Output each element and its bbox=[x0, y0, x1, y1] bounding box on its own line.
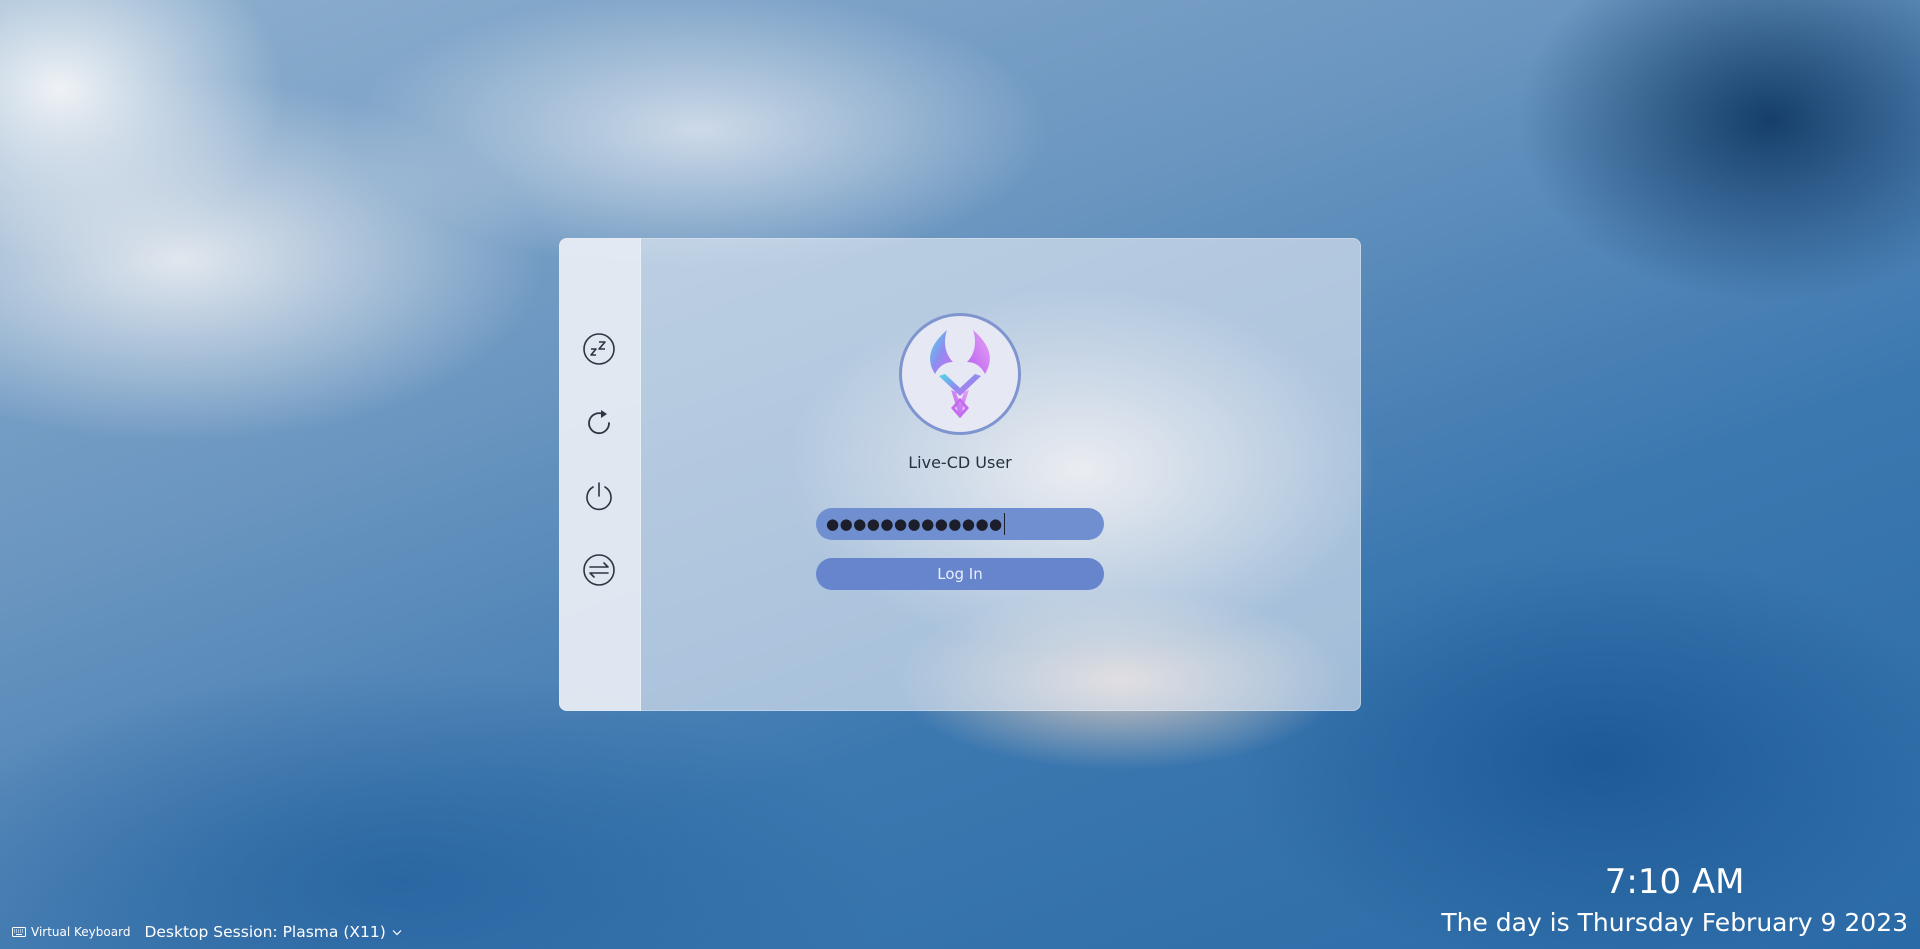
switch-user-icon bbox=[583, 554, 615, 586]
virtual-keyboard-label: Virtual Keyboard bbox=[31, 925, 131, 939]
chevron-down-icon bbox=[392, 929, 402, 935]
footer-controls: Virtual Keyboard Desktop Session: Plasma… bbox=[12, 923, 402, 941]
restart-icon bbox=[588, 410, 610, 435]
text-caret bbox=[1003, 513, 1006, 535]
app-logo-icon bbox=[930, 330, 990, 419]
clock: 7:10 AM The day is Thursday February 9 2… bbox=[1441, 862, 1908, 939]
clock-date: The day is Thursday February 9 2023 bbox=[1441, 907, 1908, 937]
sleep-button[interactable] bbox=[581, 331, 617, 367]
power-actions-sidebar bbox=[559, 238, 641, 711]
user-name-label: Live-CD User bbox=[908, 453, 1012, 472]
restart-button[interactable] bbox=[581, 405, 617, 441]
password-masked-text: ●●●●●●●●●●●●● bbox=[826, 514, 1003, 533]
virtual-keyboard-button[interactable]: Virtual Keyboard bbox=[12, 925, 130, 939]
login-button[interactable]: Log In bbox=[816, 558, 1104, 590]
shutdown-button[interactable] bbox=[581, 478, 617, 514]
user-avatar bbox=[899, 313, 1021, 435]
session-select[interactable]: Desktop Session: Plasma (X11) bbox=[144, 923, 402, 941]
login-panel: Live-CD User ●●●●●●●●●●●●● Log In bbox=[559, 238, 1361, 711]
clock-time: 7:10 AM bbox=[1604, 861, 1745, 902]
power-icon bbox=[586, 482, 612, 511]
switch-user-button[interactable] bbox=[581, 552, 617, 588]
keyboard-icon bbox=[12, 927, 26, 937]
session-label: Desktop Session: Plasma (X11) bbox=[144, 923, 386, 941]
password-input[interactable]: ●●●●●●●●●●●●● bbox=[816, 508, 1104, 540]
sleep-icon bbox=[583, 333, 615, 365]
